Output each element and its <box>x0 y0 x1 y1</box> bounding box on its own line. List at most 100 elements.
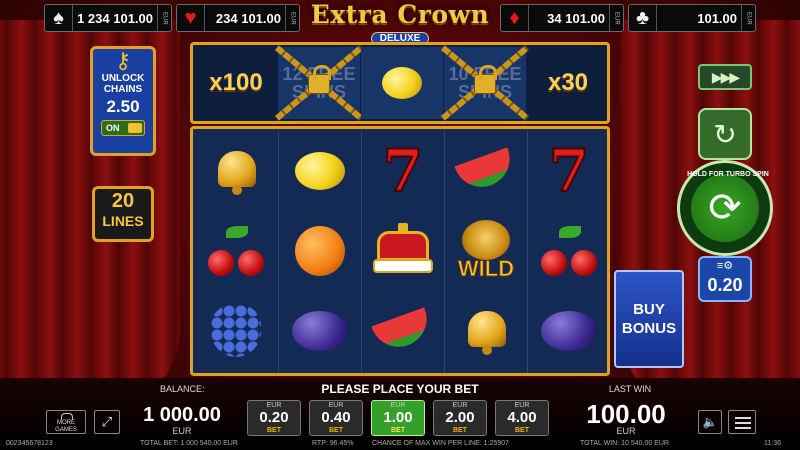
games-label: GAMES <box>55 427 77 433</box>
jackpot-spades: ♠ 1 234 101.00 EUR <box>44 4 172 32</box>
bell-icon <box>460 307 512 355</box>
fullscreen-button[interactable]: ⤢ <box>94 410 120 434</box>
lemon-icon <box>295 152 345 190</box>
symbol-cell <box>528 211 610 291</box>
unlock-label: UNLOCK <box>101 73 145 84</box>
jackpot-amount: 234 101.00 <box>215 10 281 26</box>
bet-value: 2.00 <box>445 409 475 426</box>
more-games-button[interactable]: MORE GAMES <box>46 410 86 434</box>
padlock-icon <box>308 65 331 94</box>
seven-icon: 7 <box>382 136 424 206</box>
bet-value: 1.00 <box>383 409 413 426</box>
bet-label: BET <box>329 427 343 434</box>
jackpot-hearts: ♥ 234 101.00 EUR <box>176 4 300 32</box>
reel-2 <box>278 131 360 373</box>
spin-button[interactable]: HOLD FOR TURBO SPIN ⟳ <box>677 160 773 256</box>
jackpot-clubs: ♣ 101.00 EUR <box>628 4 756 32</box>
bet-button[interactable]: EUR 0.40 BET <box>309 400 363 436</box>
fast-forward-icon: ▶▶▶ <box>711 69 740 85</box>
symbol-cell <box>195 291 277 371</box>
jackpot-amount: 101.00 <box>697 10 737 26</box>
jackpot-currency: EUR <box>609 5 623 31</box>
reel-1 <box>195 131 277 373</box>
seven-icon: 7 <box>548 136 590 206</box>
wild-label: WILD <box>457 256 515 282</box>
turbo-spin-label: HOLD FOR TURBO SPIN <box>687 171 769 178</box>
more-label: MORE <box>57 420 75 426</box>
footer-info: 002345678123 TOTAL BET: 1 000 540.00 EUR… <box>0 440 800 450</box>
reel-3: 7 <box>361 131 443 373</box>
bet-button[interactable]: EUR 0.20 BET <box>247 400 301 436</box>
locked-free-spins-cell: 10 FREE SPINS <box>444 47 526 119</box>
spade-icon: ♠ <box>45 5 73 31</box>
symbol-cell <box>445 131 527 211</box>
balance-currency: EUR <box>172 426 192 436</box>
menu-button[interactable] <box>728 410 756 434</box>
orange-icon <box>295 226 345 276</box>
unlock-toggle[interactable]: ON <box>101 120 145 136</box>
chains-label: CHAINS <box>103 84 143 95</box>
symbol-cell: 7 <box>362 131 444 211</box>
grapes-icon <box>211 305 261 357</box>
symbol-cell <box>362 291 444 371</box>
buy-label: BUY <box>633 301 665 318</box>
symbol-cell <box>195 211 277 291</box>
unlock-chains-button[interactable]: ⚷ UNLOCK CHAINS 2.50 ON <box>90 46 156 156</box>
multiplier-value: x30 <box>547 69 589 96</box>
bet-button[interactable]: EUR 4.00 BET <box>495 400 549 436</box>
crown-icon <box>371 223 435 279</box>
bell-icon <box>210 147 262 195</box>
max-win-chance: CHANCE OF MAX WIN PER LINE: 1:25907 <box>372 440 509 447</box>
speaker-icon: 🔈 <box>702 415 718 429</box>
bet-settings-button[interactable]: ≡⚙ 0.20 <box>698 256 752 302</box>
plum-icon <box>541 311 597 351</box>
game-logo: Extra Crown DELUXE <box>300 0 500 45</box>
bet-button[interactable]: EUR 2.00 BET <box>433 400 487 436</box>
clock: 11:36 <box>764 440 781 447</box>
logo-title: Extra Crown <box>310 0 490 29</box>
reel-4: WILD <box>444 131 526 373</box>
rtp: RTP: 96.45% <box>312 440 354 447</box>
last-win-currency: EUR <box>616 426 636 436</box>
buy-bonus-button[interactable]: BUY BONUS <box>614 270 684 368</box>
jackpot-currency: EUR <box>741 5 755 31</box>
symbol-cell <box>279 291 361 371</box>
multiplier-value: x100 <box>209 69 263 96</box>
hamburger-icon <box>735 417 751 419</box>
lines-label: LINES <box>102 213 144 229</box>
lines-indicator: 20 LINES <box>92 186 154 242</box>
multiplier-row: x100 12 FREE SPINS 10 FREE SPINS x30 <box>190 42 610 124</box>
bet-label: BET <box>453 427 467 434</box>
symbol-cell: WILD <box>445 211 527 291</box>
symbol-cell <box>279 131 361 211</box>
bet-value: 0.20 <box>259 409 289 426</box>
jackpot-amount: 1 234 101.00 <box>77 10 153 26</box>
multiplier-cell: x100 <box>195 47 277 119</box>
symbol-cell <box>445 291 527 371</box>
lion-wild-icon: WILD <box>454 220 518 282</box>
bet-label: BET <box>515 427 529 434</box>
bet-button-active[interactable]: EUR 1.00 BET <box>371 400 425 436</box>
key-icon: ⚷ <box>114 48 132 73</box>
padlock-icon <box>474 65 497 94</box>
lemon-icon <box>382 67 422 99</box>
jackpot-currency: EUR <box>157 5 171 31</box>
symbol-cell <box>528 291 610 371</box>
sound-button[interactable]: 🔈 <box>698 410 722 434</box>
coin-stack-icon: ≡⚙ <box>716 260 734 272</box>
multiplier-cell: x30 <box>527 47 609 119</box>
plum-icon <box>292 311 348 351</box>
autoplay-button[interactable]: ↻ <box>698 108 752 160</box>
total-bet: TOTAL BET: 1 000 540.00 EUR <box>140 440 238 447</box>
symbol-cell <box>195 131 277 211</box>
heart-icon: ♥ <box>177 5 205 31</box>
jackpot-currency: EUR <box>285 5 299 31</box>
symbol-cell: 7 <box>528 131 610 211</box>
lines-value: 20 <box>111 190 135 212</box>
diamond-icon: ♦ <box>501 5 529 31</box>
watermelon-icon <box>371 307 435 355</box>
jackpot-diamonds: ♦ 34 101.00 EUR <box>500 4 624 32</box>
cherries-icon <box>541 226 597 276</box>
fast-forward-button[interactable]: ▶▶▶ <box>698 64 752 90</box>
symbol-cell <box>279 211 361 291</box>
